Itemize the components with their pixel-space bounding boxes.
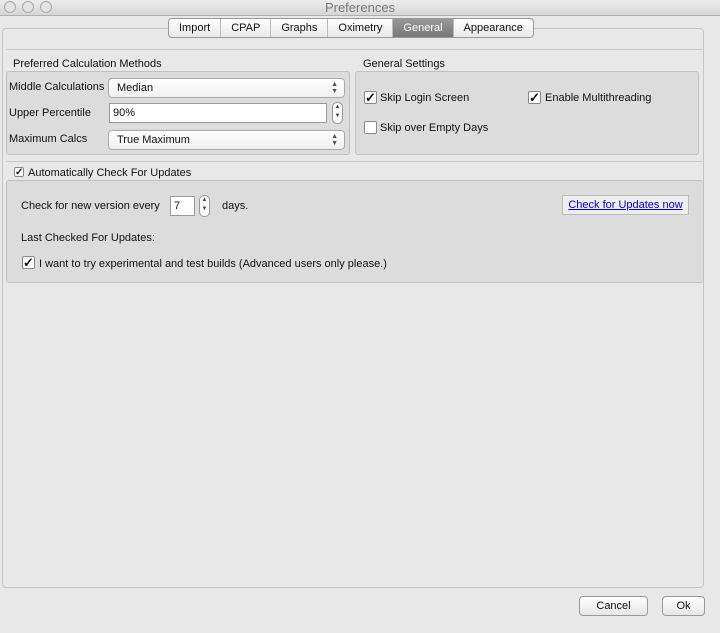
tab-cpap[interactable]: CPAP — [221, 19, 272, 37]
updown-arrow-icon: ▲ ▼ — [331, 81, 338, 95]
max-calcs-value: True Maximum — [117, 134, 190, 146]
skip-empty-days-checkbox[interactable] — [364, 121, 377, 134]
upper-percentile-input[interactable]: 90% — [109, 103, 327, 123]
divider — [6, 161, 704, 162]
experimental-builds-label: I want to try experimental and test buil… — [39, 258, 387, 270]
close-window-button[interactable] — [4, 1, 16, 13]
upper-percentile-stepper[interactable]: ▲ ▼ — [332, 102, 343, 124]
general-group — [355, 71, 699, 155]
days-label: days. — [222, 200, 249, 212]
tab-bar: Import CPAP Graphs Oximetry General Appe… — [168, 18, 534, 38]
tab-oximetry[interactable]: Oximetry — [328, 19, 394, 37]
skip-login-label: Skip Login Screen — [380, 92, 470, 104]
middle-calc-label: Middle Calculations — [9, 81, 105, 93]
minimize-window-button[interactable] — [22, 1, 34, 13]
check-every-label: Check for new version every — [21, 200, 160, 212]
middle-calc-select[interactable]: Median ▲ ▼ — [108, 78, 345, 98]
updown-arrow-icon: ▲ ▼ — [331, 133, 338, 147]
skip-login-checkbox[interactable]: ✓ — [364, 91, 377, 104]
tab-general[interactable]: General — [393, 19, 454, 37]
check-updates-now-button[interactable]: Check for Updates now — [562, 195, 689, 215]
ok-button[interactable]: Ok — [662, 596, 705, 616]
title-bar: Preferences — [0, 0, 720, 16]
zoom-window-button[interactable] — [40, 1, 52, 13]
max-calcs-select[interactable]: True Maximum ▲ ▼ — [108, 130, 345, 150]
auto-update-label: Automatically Check For Updates — [28, 167, 192, 179]
last-checked-label: Last Checked For Updates: — [21, 232, 155, 244]
divider — [6, 49, 704, 50]
days-stepper[interactable]: ▲ ▼ — [199, 195, 210, 217]
days-input[interactable]: 7 — [170, 196, 195, 216]
multithreading-checkbox[interactable]: ✓ — [528, 91, 541, 104]
window-title: Preferences — [324, 0, 396, 15]
middle-calc-value: Median — [117, 82, 154, 94]
experimental-builds-checkbox[interactable]: ✓ — [22, 256, 35, 269]
skip-empty-days-label: Skip over Empty Days — [380, 122, 489, 134]
cancel-button[interactable]: Cancel — [579, 596, 648, 616]
general-group-title: General Settings — [363, 58, 445, 70]
check-updates-now-link[interactable]: Check for Updates now — [568, 199, 682, 211]
calc-group-title: Preferred Calculation Methods — [13, 58, 162, 70]
tab-graphs[interactable]: Graphs — [271, 19, 329, 37]
auto-update-checkbox[interactable]: ✓ — [14, 167, 24, 178]
upper-percentile-label: Upper Percentile — [9, 107, 91, 119]
max-calcs-label: Maximum Calcs — [9, 133, 88, 145]
tab-appearance[interactable]: Appearance — [454, 19, 533, 37]
tab-import[interactable]: Import — [169, 19, 222, 37]
multithreading-label: Enable Multithreading — [545, 92, 652, 104]
